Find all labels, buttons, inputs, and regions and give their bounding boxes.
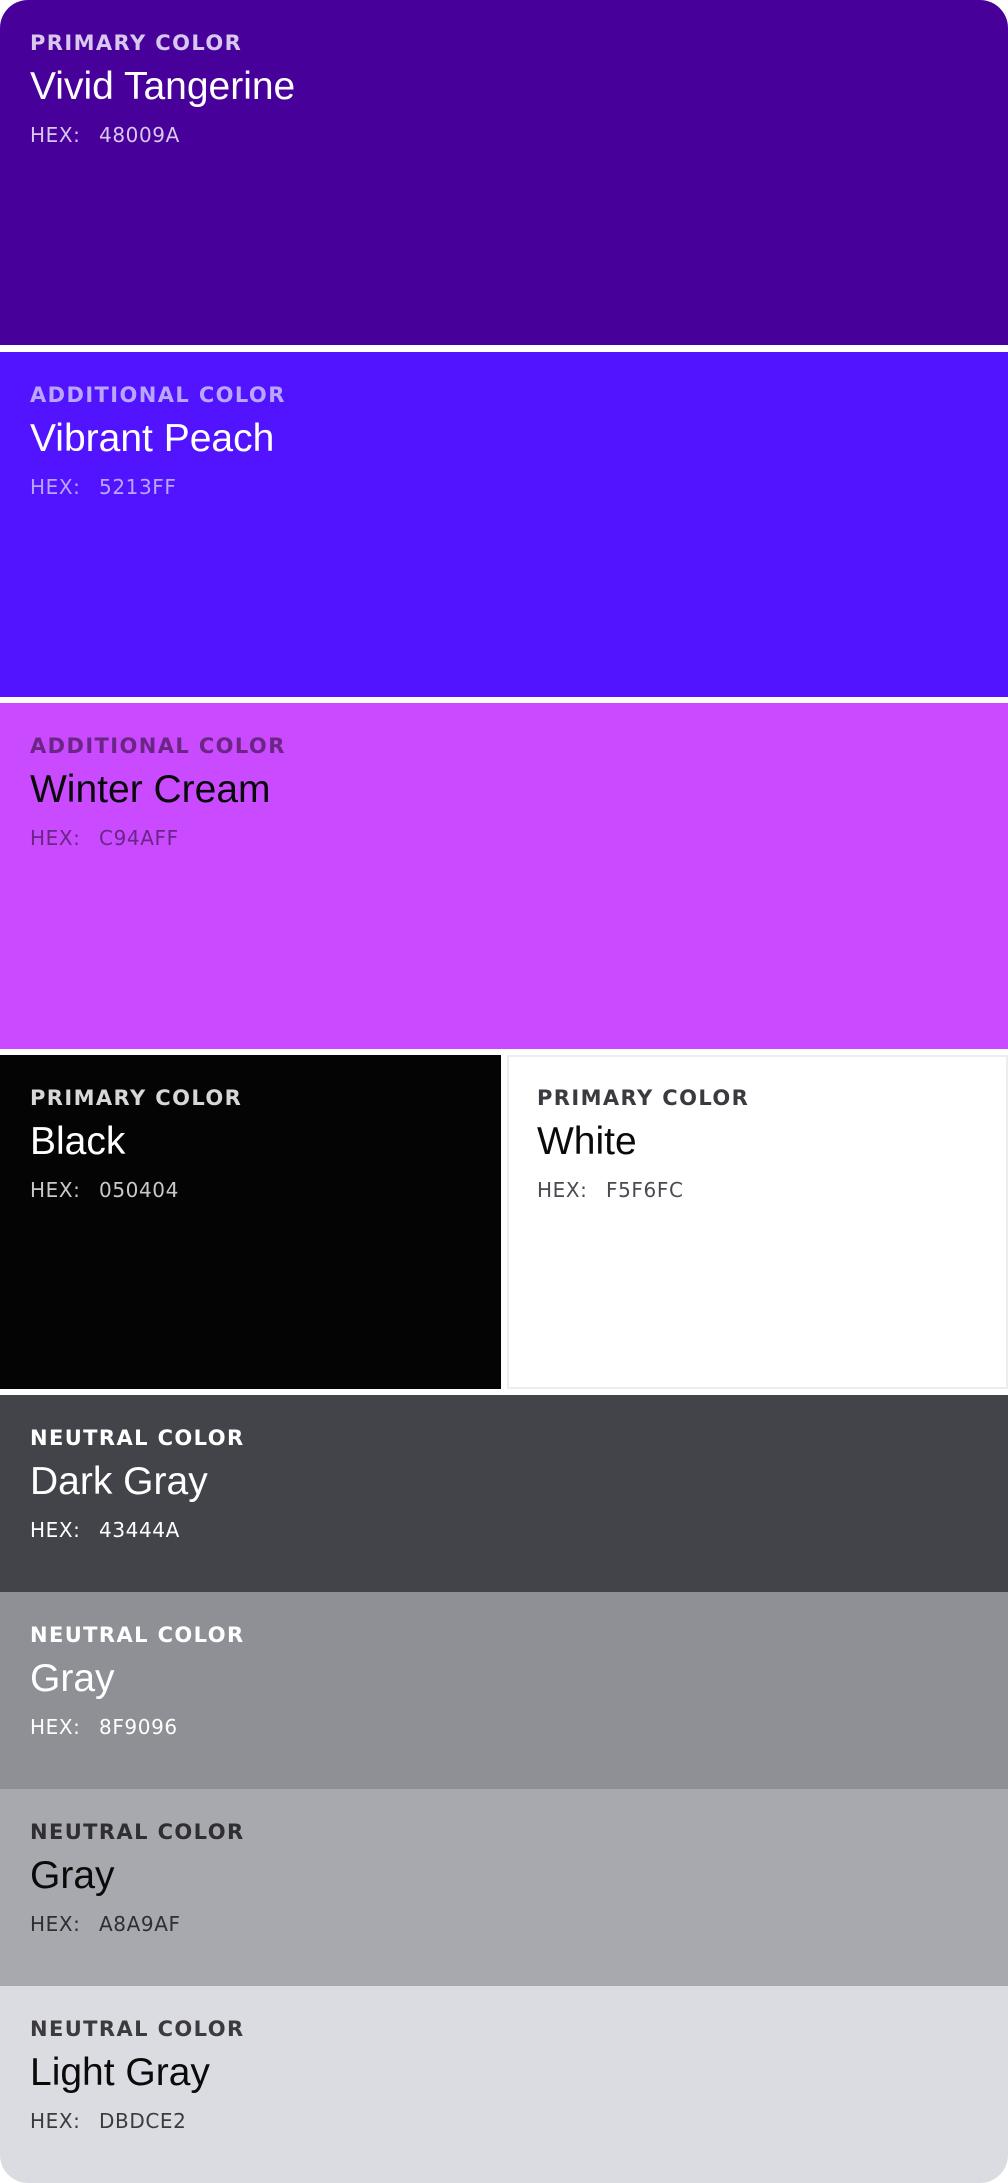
- swatch-light-gray: NEUTRAL COLOR Light Gray HEX: DBDCE2: [0, 1986, 1008, 2183]
- swatch-black: PRIMARY COLOR Black HEX: 050404: [0, 1055, 501, 1389]
- swatch-hex: HEX: 5213FF: [30, 474, 1008, 500]
- hex-label: HEX:: [30, 2109, 81, 2133]
- swatch-name: Dark Gray: [30, 1460, 208, 1503]
- swatch-category: NEUTRAL COLOR: [30, 1820, 245, 1844]
- hex-value: 43444A: [99, 1518, 180, 1542]
- hex-value: A8A9AF: [99, 1912, 181, 1936]
- hex-label: HEX:: [30, 1912, 81, 1936]
- swatch-hex: HEX: A8A9AF: [30, 1911, 1008, 1937]
- swatch-name: White: [537, 1120, 637, 1163]
- swatch-category: PRIMARY COLOR: [30, 1086, 243, 1110]
- hex-label: HEX:: [30, 123, 81, 147]
- swatch-name: Gray: [30, 1657, 115, 1700]
- swatch-hex: HEX: 8F9096: [30, 1714, 1008, 1740]
- hex-value: C94AFF: [99, 826, 179, 850]
- swatch-name: Gray: [30, 1854, 115, 1897]
- swatch-category: NEUTRAL COLOR: [30, 1426, 245, 1450]
- hex-label: HEX:: [30, 1518, 81, 1542]
- swatch-gray: NEUTRAL COLOR Gray HEX: 8F9096: [0, 1592, 1008, 1789]
- hex-label: HEX:: [30, 1178, 81, 1202]
- swatch-hex: HEX: 050404: [30, 1177, 501, 1203]
- swatch-category: ADDITIONAL COLOR: [30, 383, 286, 407]
- swatch-dark-gray: NEUTRAL COLOR Dark Gray HEX: 43444A: [0, 1395, 1008, 1592]
- swatch-category: PRIMARY COLOR: [30, 31, 243, 55]
- swatch-name: Black: [30, 1120, 126, 1163]
- swatch-category: NEUTRAL COLOR: [30, 2017, 245, 2041]
- swatch-name: Vivid Tangerine: [30, 65, 296, 108]
- color-palette: PRIMARY COLOR Vivid Tangerine HEX: 48009A…: [0, 0, 1008, 2183]
- swatch-hex: HEX: C94AFF: [30, 825, 1008, 851]
- hex-label: HEX:: [30, 1715, 81, 1739]
- swatch-winter-cream: ADDITIONAL COLOR Winter Cream HEX: C94AFF: [0, 703, 1008, 1049]
- hex-value: 8F9096: [99, 1715, 178, 1739]
- hex-value: 48009A: [99, 123, 180, 147]
- swatch-hex: HEX: 48009A: [30, 122, 1008, 148]
- swatch-category: ADDITIONAL COLOR: [30, 734, 286, 758]
- swatch-white: PRIMARY COLOR White HEX: F5F6FC: [507, 1055, 1008, 1389]
- hex-label: HEX:: [537, 1178, 588, 1202]
- swatch-category: PRIMARY COLOR: [537, 1086, 750, 1110]
- swatch-name: Light Gray: [30, 2051, 210, 2094]
- swatch-hex: HEX: F5F6FC: [537, 1177, 1006, 1203]
- hex-value: 050404: [99, 1178, 179, 1202]
- hex-label: HEX:: [30, 826, 81, 850]
- swatch-name: Vibrant Peach: [30, 417, 275, 460]
- swatch-category: NEUTRAL COLOR: [30, 1623, 245, 1647]
- swatch-name: Winter Cream: [30, 768, 271, 811]
- swatch-gray-light: NEUTRAL COLOR Gray HEX: A8A9AF: [0, 1789, 1008, 1986]
- swatch-vivid-tangerine: PRIMARY COLOR Vivid Tangerine HEX: 48009A: [0, 0, 1008, 345]
- swatch-vibrant-peach: ADDITIONAL COLOR Vibrant Peach HEX: 5213F…: [0, 352, 1008, 697]
- hex-label: HEX:: [30, 475, 81, 499]
- swatch-hex: HEX: DBDCE2: [30, 2108, 1008, 2134]
- hex-value: F5F6FC: [606, 1178, 684, 1202]
- hex-value: 5213FF: [99, 475, 177, 499]
- swatch-hex: HEX: 43444A: [30, 1517, 1008, 1543]
- hex-value: DBDCE2: [99, 2109, 187, 2133]
